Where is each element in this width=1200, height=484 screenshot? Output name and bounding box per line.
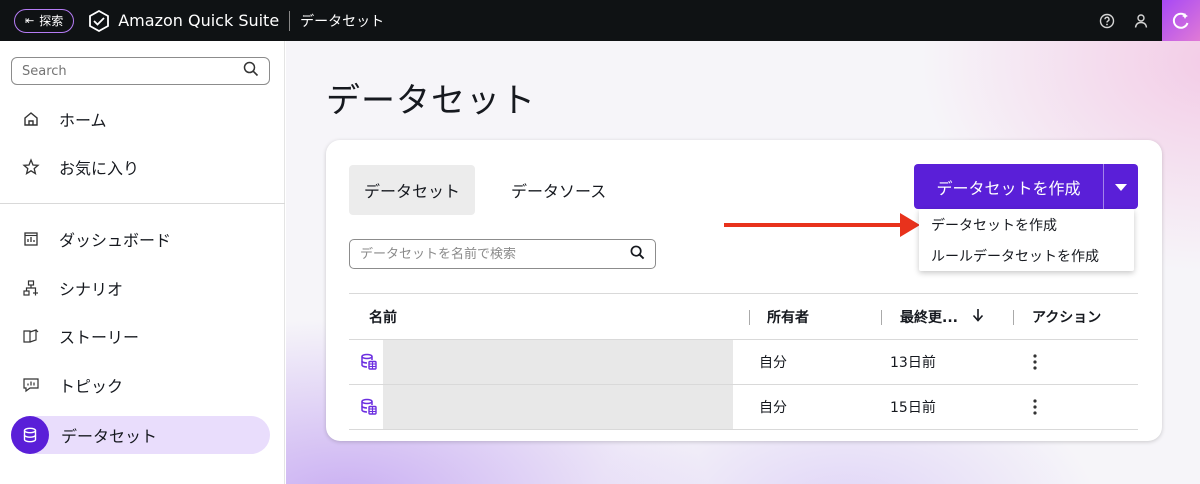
database-icon: [11, 416, 49, 454]
sidebar-search[interactable]: [11, 57, 270, 85]
owner-cell: 自分: [759, 400, 787, 416]
explore-label: 探索: [39, 14, 64, 28]
breadcrumb-divider: [289, 10, 291, 31]
column-header-actions: アクション: [1032, 310, 1102, 326]
sidebar-item-label: お気に入り: [59, 159, 140, 178]
create-dataset-button[interactable]: データセットを作成: [914, 164, 1103, 209]
create-dataset-menu: データセットを作成 ルールデータセットを作成: [919, 209, 1134, 271]
page-title: データセット: [326, 81, 536, 121]
sidebar-item-stories[interactable]: ストーリー: [11, 317, 270, 355]
datasets-card: データセット データソース データセットを作成 データセットを作成 ルールデータ…: [326, 140, 1162, 441]
sidebar-item-topics[interactable]: トピック: [11, 366, 270, 404]
dataset-icon: [360, 353, 378, 371]
topic-icon: [21, 375, 41, 395]
column-header-label: 最終更...: [900, 310, 958, 326]
table-row[interactable]: 自分 15日前: [349, 385, 1138, 430]
scenario-icon: [21, 278, 41, 298]
create-dataset-split-button: データセットを作成: [914, 164, 1138, 209]
more-actions-icon[interactable]: [1029, 385, 1041, 429]
last-updated-cell: 13日前: [890, 355, 936, 371]
datasets-table: 名前 所有者 最終更... アクション 自分 13日前 自分 15日前: [349, 293, 1138, 430]
tab-datasets[interactable]: データセット: [349, 165, 476, 215]
last-updated-cell: 15日前: [890, 400, 936, 416]
column-divider: [1013, 310, 1014, 325]
sidebar-item-favorites[interactable]: お気に入り: [11, 148, 270, 186]
breadcrumb[interactable]: データセット: [300, 11, 384, 31]
sidebar-item-label: データセット: [61, 427, 158, 446]
sidebar-divider: [0, 203, 285, 204]
menu-item-create-dataset[interactable]: データセットを作成: [919, 209, 1134, 240]
sort-down-arrow-icon[interactable]: [972, 308, 984, 326]
table-header: 名前 所有者 最終更... アクション: [349, 294, 1138, 340]
sidebar-item-home[interactable]: ホーム: [11, 100, 270, 138]
main-content: データセット データセット データソース データセットを作成 データセットを作成…: [286, 41, 1200, 484]
user-icon[interactable]: [1124, 0, 1158, 41]
sidebar-item-datasets[interactable]: データセット: [11, 416, 270, 454]
home-icon: [21, 109, 41, 129]
explore-button[interactable]: ⇤ 探索: [14, 8, 75, 33]
assistant-icon[interactable]: [1162, 0, 1200, 41]
quick-suite-logo-icon[interactable]: [88, 9, 110, 32]
search-icon[interactable]: [243, 61, 259, 81]
column-divider: [749, 310, 750, 325]
help-icon[interactable]: [1090, 0, 1124, 41]
column-divider: [881, 310, 882, 325]
dashboard-icon: [21, 229, 41, 249]
menu-item-create-rule-dataset[interactable]: ルールデータセットを作成: [919, 240, 1134, 271]
dataset-icon: [360, 398, 378, 416]
caret-down-icon: [1115, 177, 1127, 196]
top-bar: ⇤ 探索 Amazon Quick Suite データセット: [0, 0, 1200, 41]
sidebar-item-label: シナリオ: [59, 280, 124, 299]
column-header-owner[interactable]: 所有者: [767, 294, 809, 340]
story-icon: [21, 326, 41, 346]
dataset-search-input[interactable]: [360, 246, 630, 262]
column-header-name[interactable]: 名前: [369, 294, 397, 340]
create-dataset-dropdown-toggle[interactable]: [1103, 164, 1138, 209]
dataset-name-redacted[interactable]: [383, 340, 733, 384]
collapse-left-icon: ⇤: [25, 14, 35, 27]
sidebar-item-label: ホーム: [59, 111, 107, 130]
sidebar-item-label: ダッシュボード: [59, 231, 172, 250]
table-row[interactable]: 自分 13日前: [349, 340, 1138, 385]
annotation-arrow-line: [724, 223, 904, 227]
app-name[interactable]: Amazon Quick Suite: [118, 11, 279, 30]
dataset-name-redacted[interactable]: [383, 385, 733, 429]
sidebar-item-label: トピック: [59, 377, 124, 396]
owner-cell: 自分: [759, 355, 787, 371]
sidebar-search-input[interactable]: [22, 63, 243, 79]
topbar-actions: [1090, 0, 1200, 41]
search-icon[interactable]: [630, 245, 645, 264]
tab-data-sources[interactable]: データソース: [496, 165, 621, 215]
sidebar-item-scenarios[interactable]: シナリオ: [11, 269, 270, 307]
column-header-last-updated[interactable]: 最終更...: [900, 294, 984, 340]
more-actions-icon[interactable]: [1029, 340, 1041, 384]
dataset-search[interactable]: [349, 239, 656, 269]
sidebar: ホーム お気に入り ダッシュボード シナリオ ストーリー トピック: [0, 41, 285, 484]
annotation-arrow-icon: [900, 213, 920, 237]
star-icon: [21, 157, 41, 177]
sidebar-item-dashboards[interactable]: ダッシュボード: [11, 220, 270, 258]
sidebar-item-label: ストーリー: [59, 328, 140, 347]
